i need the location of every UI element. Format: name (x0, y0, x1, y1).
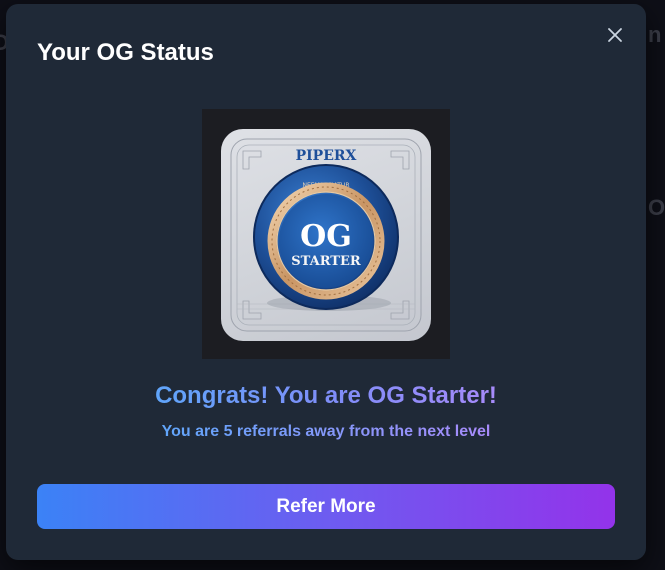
badge-level-word: STARTER (291, 254, 361, 269)
og-status-modal: Your OG Status PIPERX NEEMASCIATUR OG ST… (6, 4, 646, 560)
referral-progress-text: You are 5 referrals away from the next l… (161, 423, 491, 440)
close-icon (608, 28, 622, 42)
background-fragment: n (648, 22, 662, 47)
badge-level-short: OG (300, 219, 352, 254)
og-starter-badge-image: PIPERX NEEMASCIATUR OG STARTER (221, 129, 431, 341)
congrats-text: Congrats! You are OG Starter! (155, 382, 497, 409)
badge-image-frame: PIPERX NEEMASCIATUR OG STARTER (202, 109, 450, 359)
referral-progress: You are 5 referrals away from the next l… (6, 423, 646, 441)
refer-more-button[interactable]: Refer More (37, 484, 615, 529)
modal-title: Your OG Status (37, 39, 214, 66)
badge-brand-text: PIPERX (296, 148, 357, 164)
congrats-heading: Congrats! You are OG Starter! (6, 382, 646, 410)
close-button[interactable] (604, 24, 626, 46)
background-fragment: O (648, 195, 665, 220)
og-badge-illustration: PIPERX NEEMASCIATUR OG STARTER (230, 138, 422, 332)
